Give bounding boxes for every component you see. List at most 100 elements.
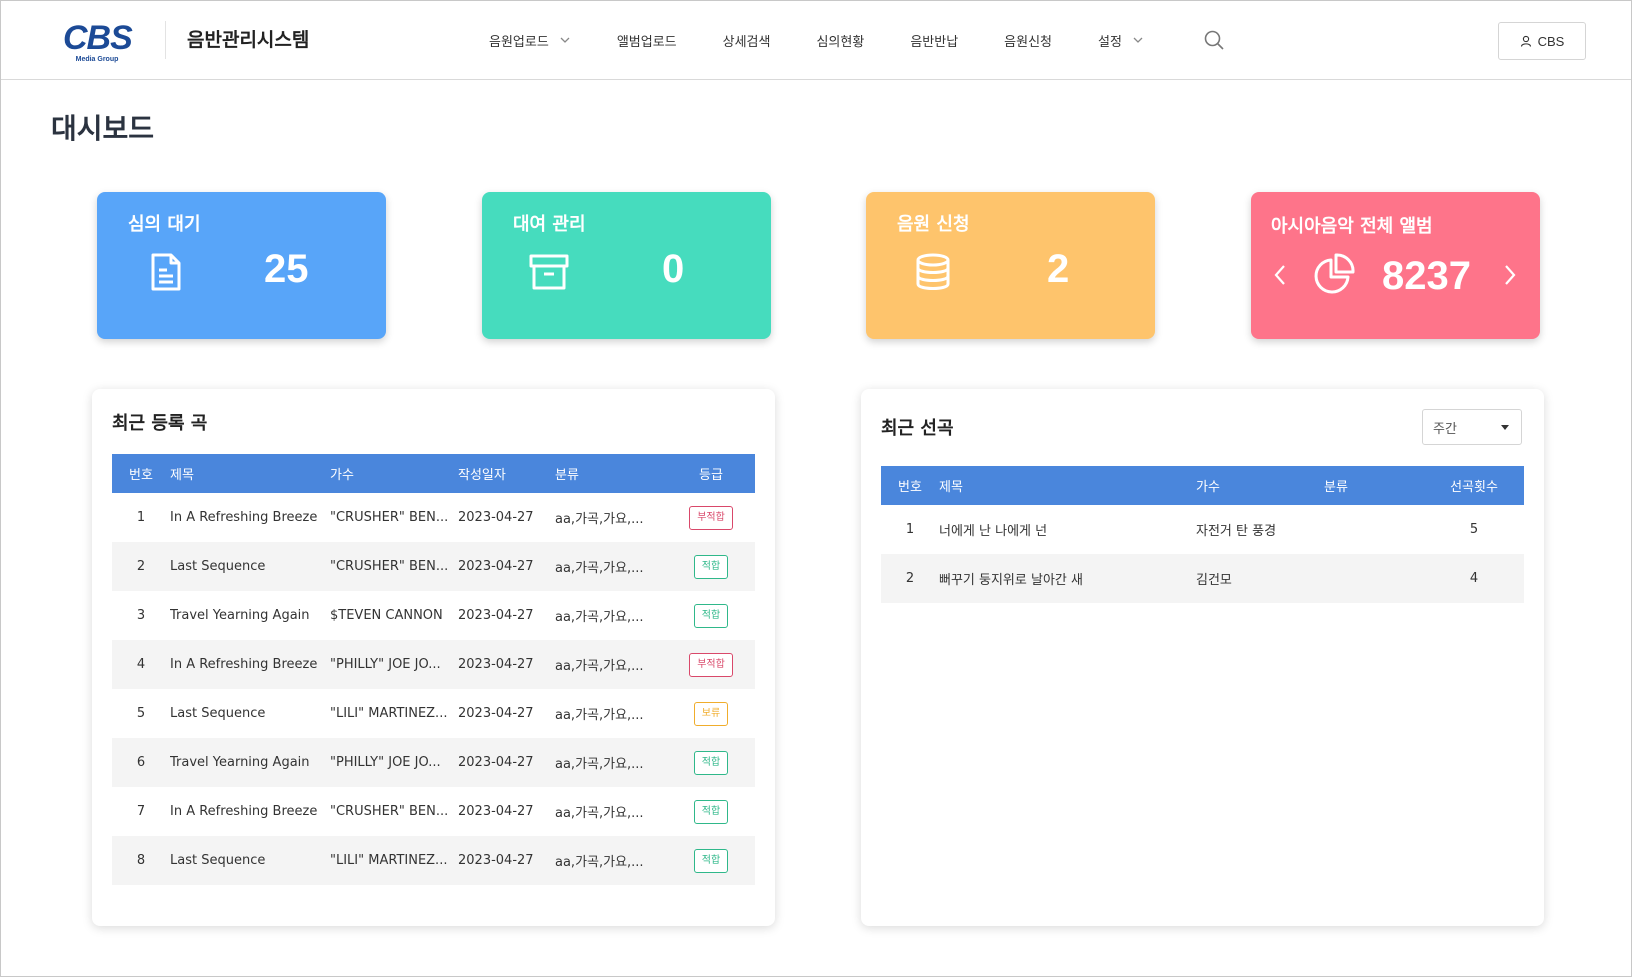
panel-title: 최근 등록 곡 [112, 413, 208, 434]
stat-card-rental[interactable]: 대여 관리 0 [482, 192, 771, 339]
period-select[interactable]: 주간 [1422, 409, 1522, 445]
cell-date: 2023-04-27 [458, 657, 534, 672]
cell-no: 6 [136, 755, 146, 770]
cell-date: 2023-04-27 [458, 755, 534, 770]
cell-title: Last Sequence [170, 853, 266, 868]
logo-text: CBS [63, 19, 133, 57]
table-row[interactable]: 5 Last Sequence "LILI" MARTINEZ... 2023-… [112, 689, 755, 738]
nav-item-label: 심의현황 [816, 34, 865, 50]
cell-artist: "LILI" MARTINEZ... [330, 853, 448, 868]
cell-category: aa,가곡,가요,... [555, 561, 644, 576]
nav-item-audio-request[interactable]: 음원신청 [1004, 31, 1052, 50]
cell-count: 5 [1469, 522, 1479, 537]
card-value: 25 [264, 247, 309, 291]
stat-card-asia-albums[interactable]: 아시아음악 전체 앨범 8237 [1251, 192, 1540, 339]
stat-card-review-pending[interactable]: 심의 대기 25 [97, 192, 386, 339]
cell-date: 2023-04-27 [458, 804, 534, 819]
card-title: 대여 관리 [513, 214, 586, 235]
table-row[interactable]: 4 In A Refreshing Breeze "PHILLY" JOE JO… [112, 640, 755, 689]
cell-grade: 보류 [667, 701, 755, 726]
table-row[interactable]: 6 Travel Yearning Again "PHILLY" JOE JO.… [112, 738, 755, 787]
grade-badge: 적합 [693, 799, 729, 824]
nav-item-detail-search[interactable]: 상세검색 [723, 31, 771, 50]
cell-artist: 김건모 [1196, 573, 1232, 588]
cell-date: 2023-04-27 [458, 559, 534, 574]
cell-grade: 적합 [667, 799, 755, 824]
cell-no: 8 [136, 853, 146, 868]
cell-no: 4 [136, 657, 146, 672]
nav-item-settings[interactable]: 설정 [1098, 31, 1144, 50]
nav-item-label: 음원업로드 [489, 34, 549, 50]
cell-category: aa,가곡,가요,... [555, 512, 644, 527]
cell-title: 너에게 난 나에게 넌 [939, 524, 1048, 539]
cell-title: In A Refreshing Breeze [170, 510, 318, 525]
cell-category: aa,가곡,가요,... [555, 610, 644, 625]
col-header-category: 분류 [555, 468, 579, 483]
cell-artist: 자전거 탄 풍경 [1196, 524, 1277, 539]
table-row[interactable]: 7 In A Refreshing Breeze "CRUSHER" BEN..… [112, 787, 755, 836]
cell-artist: "PHILLY" JOE JO... [330, 657, 441, 672]
chevron-left-icon[interactable] [1273, 264, 1287, 290]
cell-category: aa,가곡,가요,... [555, 806, 644, 821]
recent-selections-panel: 최근 선곡 주간 번호 제목 가수 분류 선곡횟수 1 너에게 난 나에게 넌 … [861, 389, 1544, 926]
user-account-button[interactable]: CBS [1498, 22, 1586, 60]
cell-artist: "CRUSHER" BEN... [330, 804, 449, 819]
col-header-grade: 등급 [699, 468, 723, 483]
recent-songs-panel: 최근 등록 곡 번호 제목 가수 작성일자 분류 등급 1 In A Refre… [92, 389, 775, 926]
caret-down-icon [1501, 425, 1509, 430]
grade-badge: 적합 [693, 554, 729, 579]
table-row[interactable]: 8 Last Sequence "LILI" MARTINEZ... 2023-… [112, 836, 755, 885]
archive-box-icon [528, 252, 570, 296]
cell-no: 7 [136, 804, 146, 819]
nav-item-record-return[interactable]: 음반반납 [910, 31, 958, 50]
card-value: 8237 [1382, 254, 1471, 298]
nav-item-album-upload[interactable]: 앨범업로드 [617, 31, 677, 50]
chevron-down-icon [559, 34, 571, 46]
cell-date: 2023-04-27 [458, 706, 534, 721]
header-divider [165, 21, 166, 59]
col-header-date: 작성일자 [458, 468, 506, 483]
logo-subtext: Media Group [75, 56, 119, 63]
col-header-artist: 가수 [1196, 480, 1220, 495]
chevron-right-icon[interactable] [1503, 264, 1517, 290]
grade-badge: 부적합 [689, 505, 733, 530]
cell-date: 2023-04-27 [458, 853, 534, 868]
cell-no: 5 [136, 706, 146, 721]
col-header-title: 제목 [939, 480, 963, 495]
table-row[interactable]: 1 In A Refreshing Breeze "CRUSHER" BEN..… [112, 493, 755, 542]
cell-title: Last Sequence [170, 706, 266, 721]
cell-category: aa,가곡,가요,... [555, 659, 644, 674]
col-header-count: 선곡횟수 [1450, 480, 1498, 495]
grade-badge: 적합 [693, 848, 729, 873]
recent-songs-table[interactable]: 번호 제목 가수 작성일자 분류 등급 1 In A Refreshing Br… [112, 454, 755, 902]
cell-artist: "CRUSHER" BEN... [330, 510, 449, 525]
cell-no: 2 [905, 571, 915, 586]
col-header-title: 제목 [170, 468, 194, 483]
nav-item-review-status[interactable]: 심의현황 [816, 31, 864, 50]
cell-artist: "LILI" MARTINEZ... [330, 706, 448, 721]
cell-date: 2023-04-27 [458, 608, 534, 623]
search-icon[interactable] [1203, 29, 1227, 53]
nav-item-audio-upload[interactable]: 음원업로드 [489, 31, 571, 50]
cell-count: 4 [1469, 571, 1479, 586]
nav-item-label: 음반반납 [910, 34, 959, 50]
top-navbar: CBS Media Group 음반관리시스템 음원업로드 앨범업로드 상세검색… [1, 1, 1631, 80]
recent-selections-table[interactable]: 번호 제목 가수 분류 선곡횟수 1 너에게 난 나에게 넌 자전거 탄 풍경 … [881, 466, 1524, 606]
cell-grade: 적합 [667, 848, 755, 873]
cell-title: In A Refreshing Breeze [170, 657, 318, 672]
cell-no: 1 [136, 510, 146, 525]
cbs-logo[interactable]: CBS Media Group [63, 21, 133, 67]
grade-badge: 부적합 [689, 652, 733, 677]
table-row[interactable]: 2 뻐꾸기 둥지위로 날아간 새 김건모 4 [881, 554, 1524, 603]
stat-card-audio-request[interactable]: 음원 신청 2 [866, 192, 1155, 339]
table-row[interactable]: 1 너에게 난 나에게 넌 자전거 탄 풍경 5 [881, 505, 1524, 554]
chevron-down-icon [1132, 34, 1144, 46]
col-header-no: 번호 [129, 468, 153, 483]
cell-no: 1 [905, 522, 915, 537]
table-row[interactable]: 2 Last Sequence "CRUSHER" BEN... 2023-04… [112, 542, 755, 591]
table-row[interactable]: 3 Travel Yearning Again $TEVEN CANNON 20… [112, 591, 755, 640]
col-header-no: 번호 [898, 480, 922, 495]
cell-grade: 부적합 [667, 505, 755, 530]
cell-category: aa,가곡,가요,... [555, 708, 644, 723]
cell-title: 뻐꾸기 둥지위로 날아간 새 [939, 573, 1083, 588]
